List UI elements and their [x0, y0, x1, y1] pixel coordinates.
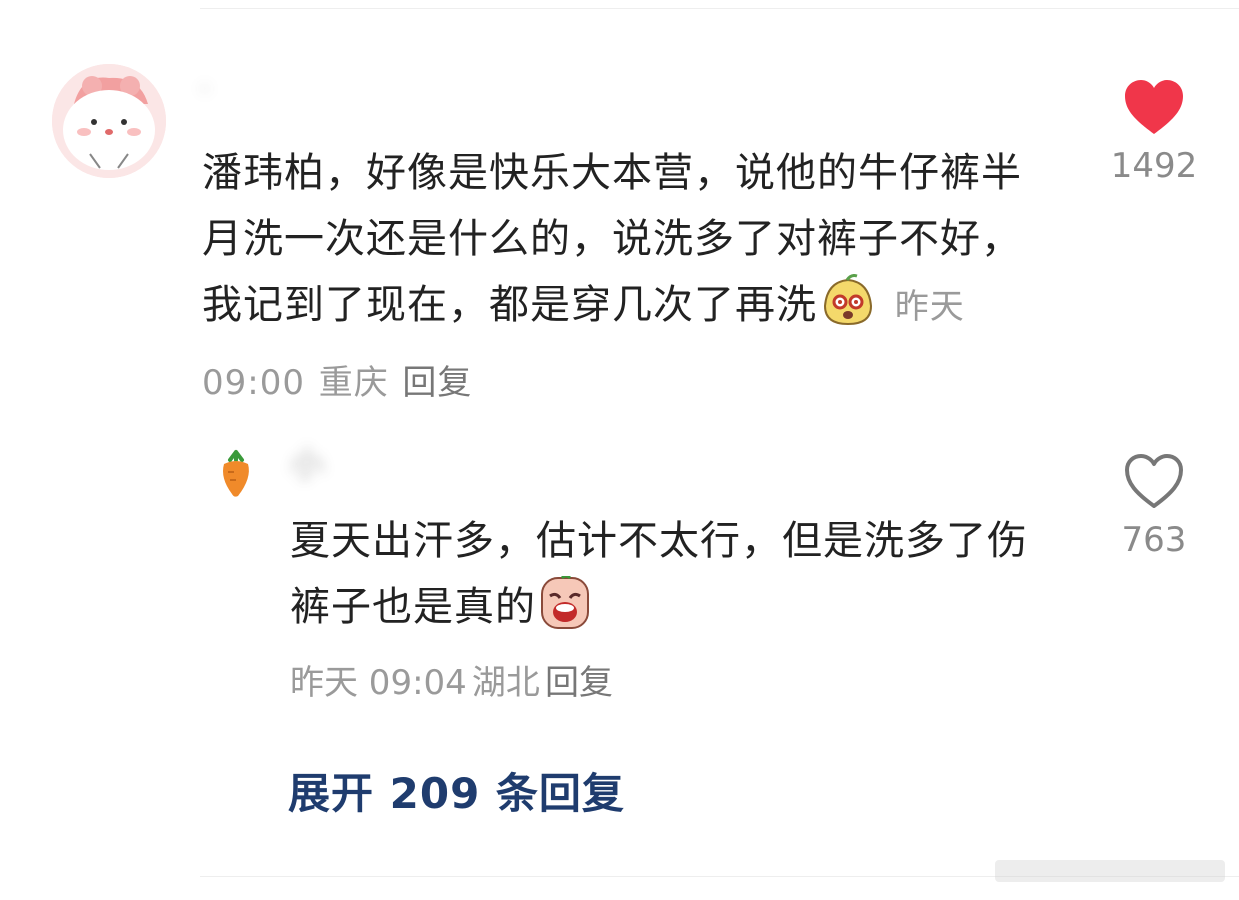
comment-body: 潘玮柏，好像是快乐大本营，说他的牛仔裤半月洗一次还是什么的，说洗多了对裤子不好，…: [202, 140, 1052, 416]
expand-replies-link[interactable]: 展开 209 条回复: [288, 760, 625, 821]
reply-time: 昨天 09:04: [290, 663, 467, 703]
heart-outline-icon: [1125, 454, 1183, 508]
comment-reply-button[interactable]: 回复: [402, 363, 472, 403]
reply-text: 夏天出汗多，估计不太行，但是洗多了伤裤子也是真的: [290, 518, 1028, 630]
heart-filled-icon: [1125, 80, 1183, 134]
avatar[interactable]: [52, 64, 166, 178]
comment-like-button[interactable]: 1492: [1099, 78, 1209, 186]
watermark: [995, 856, 1225, 886]
avatar-illustration-icon: [52, 64, 166, 178]
reply-body: 夏天出汗多，估计不太行，但是洗多了伤裤子也是真的: [290, 508, 1050, 650]
carrot-icon: [223, 450, 249, 497]
comment-location: 重庆: [318, 363, 389, 403]
reply-username[interactable]: 小: [290, 440, 650, 490]
reply-like-button[interactable]: 763: [1099, 452, 1209, 560]
reply-location: 湖北: [471, 663, 540, 703]
reply-reply-button[interactable]: 回复: [545, 663, 613, 703]
reply-avatar[interactable]: [212, 448, 260, 500]
emoji-cute-face-icon: [821, 274, 875, 348]
top-divider: [200, 8, 1239, 9]
comment-like-count: 1492: [1110, 146, 1198, 186]
comment-username[interactable]: ·: [200, 70, 350, 110]
emoji-crying-face-icon: [540, 574, 590, 650]
reply-meta: 昨天 09:04 湖北 回复: [290, 655, 613, 704]
reply-like-count: 763: [1121, 520, 1187, 560]
